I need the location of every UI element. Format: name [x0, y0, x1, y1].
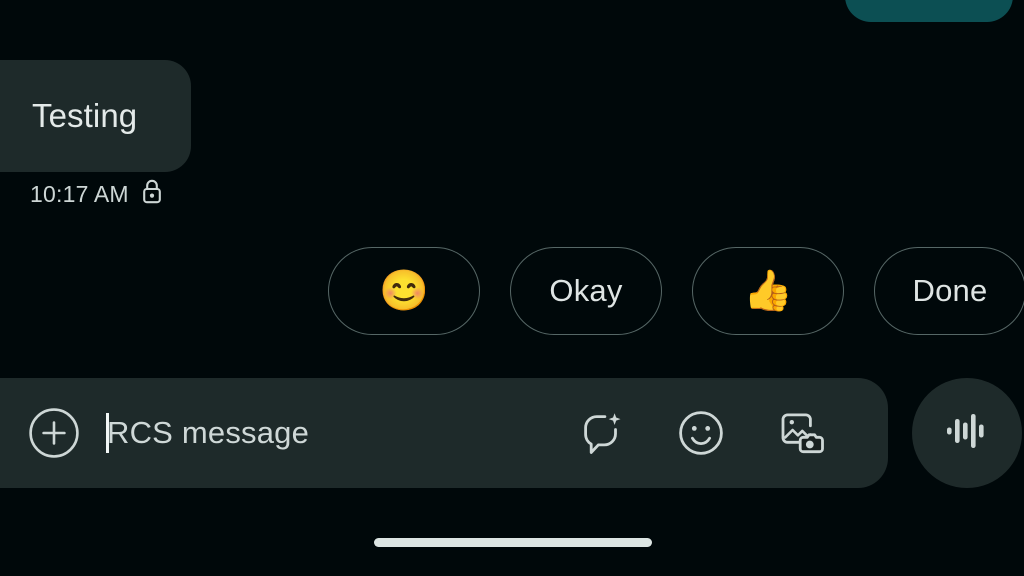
smart-reply-chip-label: Okay [549, 273, 623, 308]
magic-compose-icon[interactable] [576, 408, 626, 458]
message-input-placeholder: RCS message [107, 415, 310, 450]
message-timestamp: 10:17 AM [30, 180, 129, 207]
smart-reply-chip-thumbs-up[interactable]: 👍 [692, 247, 844, 335]
smart-reply-chip-done[interactable]: Done [874, 247, 1024, 335]
voice-message-button[interactable] [912, 378, 1022, 488]
messages-conversation-screen: Testing 10:17 AM 😊 Okay 👍 Done RCS messa… [0, 0, 1024, 576]
smart-reply-chip-okay[interactable]: Okay [510, 247, 662, 335]
smiling-face-emoji: 😊 [379, 269, 429, 313]
thumbs-up-emoji: 👍 [743, 269, 793, 313]
gallery-camera-icon[interactable] [776, 406, 830, 460]
plus-circle-icon[interactable] [28, 407, 80, 459]
audio-waveform-icon [943, 407, 991, 460]
emoji-smiley-icon[interactable] [676, 408, 726, 458]
smart-reply-chip-label: Done [912, 273, 988, 308]
message-meta-row: 10:17 AM [30, 178, 163, 210]
sent-message-bubble[interactable] [845, 0, 1013, 22]
message-composer-bar: RCS message [0, 378, 888, 488]
received-message-text: Testing [32, 97, 138, 134]
composer-action-icons [576, 406, 830, 460]
received-message-bubble[interactable]: Testing [0, 60, 191, 172]
smart-reply-chip-smiling-face[interactable]: 😊 [328, 247, 480, 335]
lock-icon [141, 178, 163, 210]
home-indicator[interactable] [374, 538, 652, 547]
message-input-field[interactable]: RCS message [106, 413, 576, 453]
smart-reply-chip-row: 😊 Okay 👍 Done [328, 247, 1024, 335]
